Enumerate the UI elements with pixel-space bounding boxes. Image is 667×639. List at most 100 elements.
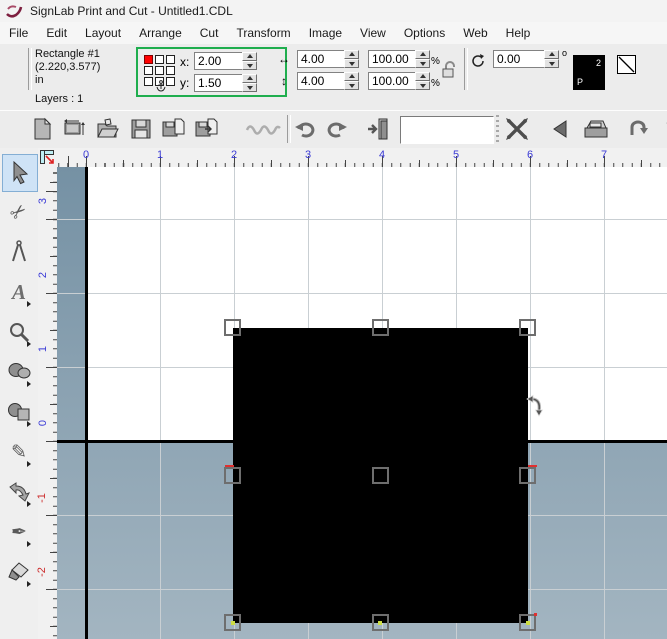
menu-arrange[interactable]: Arrange: [130, 26, 191, 40]
anchor-top-right[interactable]: [166, 55, 175, 64]
plot-rotate-button[interactable]: [624, 115, 652, 143]
width-percent-spinner[interactable]: [415, 50, 430, 68]
height-percent-spinner[interactable]: [415, 72, 430, 90]
print-button[interactable]: [582, 115, 610, 143]
tool-pencil[interactable]: ✎: [2, 434, 36, 470]
anchor-mid-center[interactable]: [155, 66, 164, 75]
menu-options[interactable]: Options: [395, 26, 454, 40]
height-percent-input[interactable]: 100.00: [368, 72, 420, 90]
anchor-mid-left[interactable]: [144, 66, 153, 75]
anchor-mid-right[interactable]: [166, 66, 175, 75]
exit-door-button[interactable]: [364, 115, 392, 143]
proportional-lock-icon[interactable]: [440, 60, 458, 80]
y-input[interactable]: 1.50: [194, 74, 244, 92]
tool-node-edit[interactable]: [2, 474, 36, 510]
undo-icon: [295, 122, 315, 138]
fill-color-swatch[interactable]: 2 P: [573, 55, 605, 90]
save-icon: [131, 119, 151, 139]
x-spinner[interactable]: [242, 52, 257, 70]
position-group-highlight: x: y: 2.00 1.50: [136, 47, 287, 97]
layers-label: Layers : 1: [35, 93, 84, 105]
menu-image[interactable]: Image: [300, 26, 351, 40]
width-arrow-icon: ↔: [278, 52, 290, 66]
preview-box: [400, 116, 494, 144]
tool-knife[interactable]: [2, 554, 36, 590]
menu-cut[interactable]: Cut: [191, 26, 228, 40]
export-button[interactable]: [193, 115, 221, 143]
node-dot: [231, 621, 235, 625]
tool-shape-balloons[interactable]: [2, 354, 36, 390]
tool-select-arrow[interactable]: [2, 154, 38, 192]
flyout-arrow-icon: [27, 301, 34, 307]
horizontal-ruler[interactable]: 0 1 2 3 4 5 6 7: [57, 148, 667, 169]
width-percent-input[interactable]: 100.00: [368, 50, 420, 68]
handle-mid-right[interactable]: [519, 467, 536, 484]
tool-shape-circle-square[interactable]: [2, 394, 36, 430]
toolbar-dotted-separator: [496, 115, 499, 143]
width-percent-symbol: %: [431, 56, 440, 67]
hruler-label: 0: [82, 149, 90, 161]
page-setup-button[interactable]: [61, 115, 89, 143]
height-input[interactable]: 4.00: [297, 72, 349, 90]
new-document-button[interactable]: [28, 115, 56, 143]
menu-edit[interactable]: Edit: [37, 26, 76, 40]
tool-text[interactable]: A: [2, 274, 36, 310]
x-input[interactable]: 2.00: [194, 52, 244, 70]
height-spinner[interactable]: [344, 72, 359, 90]
hruler-major-ticks: [57, 156, 667, 167]
anchor-bottom-right[interactable]: [166, 77, 175, 86]
menu-layout[interactable]: Layout: [76, 26, 130, 40]
ruler-origin-icon: [40, 150, 54, 164]
ruler-origin-button[interactable]: [38, 148, 58, 168]
anchor-top-center[interactable]: [155, 55, 164, 64]
save-button[interactable]: [127, 115, 155, 143]
vruler-label: 1: [37, 345, 50, 353]
handle-center[interactable]: [372, 467, 389, 484]
undo-button[interactable]: [291, 115, 319, 143]
rotation-input[interactable]: 0.00: [493, 50, 549, 68]
circle-square-icon: [8, 403, 30, 421]
anchor-bottom-left[interactable]: [144, 77, 153, 86]
width-spinner[interactable]: [344, 50, 359, 68]
tool-zoom[interactable]: [2, 314, 36, 350]
menu-file[interactable]: File: [0, 26, 37, 40]
vruler-label: 0: [37, 419, 50, 427]
handle-top-left[interactable]: [224, 319, 241, 336]
handle-mid-left[interactable]: [224, 467, 241, 484]
handle-top-right[interactable]: [519, 319, 536, 336]
anchor-top-left[interactable]: [144, 55, 153, 64]
redo-button[interactable]: [323, 115, 351, 143]
menu-transform[interactable]: Transform: [227, 26, 299, 40]
x-label: x:: [180, 55, 190, 69]
open-button[interactable]: [94, 115, 122, 143]
stroke-none-swatch[interactable]: [617, 55, 636, 74]
y-spinner[interactable]: [242, 74, 257, 92]
tool-scissors[interactable]: ✂: [2, 194, 36, 230]
node-edit-icon: [9, 482, 30, 502]
degree-symbol: o: [562, 48, 568, 58]
tool-compass[interactable]: [2, 234, 36, 270]
height-percent-symbol: %: [431, 78, 440, 89]
vertical-ruler[interactable]: 3 2 1 0 -1 -2: [36, 167, 59, 639]
vruler-label: 2: [37, 271, 50, 279]
handle-top-center[interactable]: [372, 319, 389, 336]
balloon-shapes-icon: [8, 363, 31, 379]
overflow-button[interactable]: [658, 115, 667, 143]
import-button[interactable]: [160, 115, 188, 143]
pointer-left-button[interactable]: [546, 115, 574, 143]
flyout-arrow-icon: [27, 541, 34, 547]
new-document-icon: [34, 117, 52, 140]
open-folder-icon: [97, 118, 119, 138]
width-input[interactable]: 4.00: [297, 50, 349, 68]
menu-web[interactable]: Web: [454, 26, 496, 40]
flyout-arrow-icon: [27, 381, 34, 387]
app-logo-icon: [6, 5, 23, 18]
flyout-arrow-icon: [27, 461, 34, 467]
tool-pen-nib[interactable]: ✒: [2, 514, 36, 550]
menu-view[interactable]: View: [351, 26, 395, 40]
rotation-spinner[interactable]: [544, 50, 559, 68]
triangle-left-icon: [553, 120, 567, 138]
drawing-canvas[interactable]: [57, 167, 667, 639]
menu-help[interactable]: Help: [497, 26, 540, 40]
cut-x-button[interactable]: [503, 115, 531, 143]
